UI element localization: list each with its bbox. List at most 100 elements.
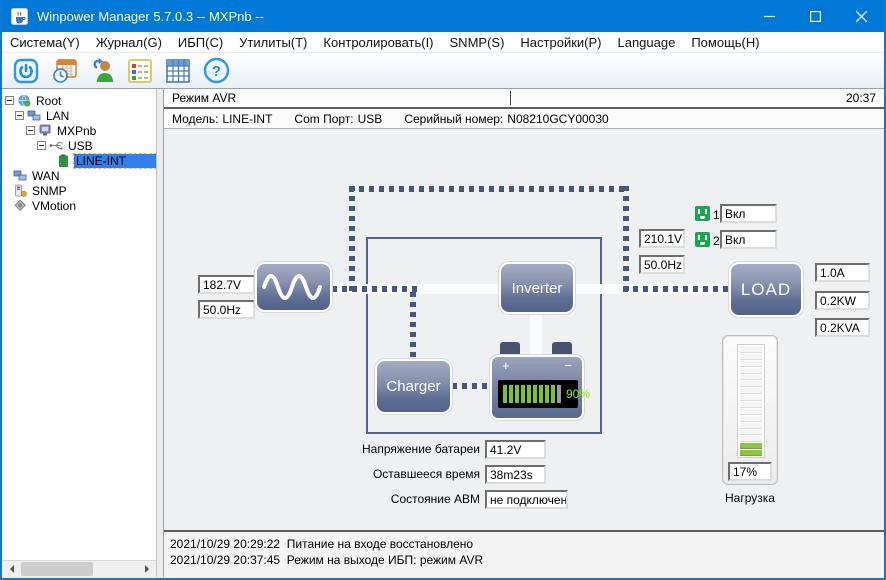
wan-network-icon	[13, 170, 27, 181]
menu-preferences[interactable]: Настройки(P)	[512, 34, 609, 51]
bypass-top-dotted-line	[349, 186, 629, 192]
collapse-icon[interactable]	[5, 96, 14, 105]
event-records-icon	[128, 58, 152, 83]
minimize-button[interactable]	[746, 0, 792, 32]
power-icon	[13, 58, 39, 83]
content: Root LAN MXPnb USB LINE-INT WAN SNMP VMo…	[2, 89, 884, 577]
scroll-right-button[interactable]	[139, 561, 156, 577]
tree-item-mxpnb[interactable]: MXPnb	[2, 123, 156, 138]
outlet-2-icon	[695, 232, 710, 247]
event-records-button[interactable]	[126, 57, 154, 85]
ups-battery-icon	[59, 154, 68, 167]
log-entry: 2021/10/29 20:37:45 Режим на выходе ИБП:…	[170, 553, 484, 567]
status-divider	[509, 91, 511, 105]
plus-sign: +	[502, 358, 510, 373]
charge-bar	[551, 385, 555, 403]
menu-system[interactable]: Система(Y)	[2, 34, 88, 51]
load-percent-field: 17%	[728, 462, 772, 481]
java-app-icon	[11, 7, 28, 25]
load-power-field: 0.2KW	[815, 291, 870, 310]
utility-input-box[interactable]	[255, 262, 332, 312]
abm-state-field: не подключен	[485, 490, 568, 509]
tree-item-usb[interactable]: USB	[2, 138, 156, 153]
load-label: LOAD	[740, 279, 792, 299]
com-port-label: Com Порт:	[294, 111, 354, 126]
user-manager-button[interactable]	[88, 57, 116, 85]
menu-utilities[interactable]: Утилиты(Т)	[231, 34, 315, 51]
menu-snmp[interactable]: SNMP(S)	[442, 34, 513, 51]
outlet-2-number: 2	[713, 234, 720, 248]
charger-battery-dotted-line	[452, 383, 490, 389]
tree-item-label: Root	[36, 93, 62, 108]
panel-splitter[interactable]	[156, 89, 164, 577]
menu-ups[interactable]: ИБП(С)	[170, 34, 231, 51]
window-title: Winpower Manager 5.7.0.3 -- MXPnb --	[37, 8, 264, 24]
bypass-right-dotted-line	[623, 186, 629, 292]
tree-item-wan[interactable]: WAN	[2, 168, 156, 183]
help-button[interactable]: ?	[202, 57, 230, 85]
computer-icon	[39, 124, 51, 136]
menu-monitor[interactable]: Контролировать(I)	[315, 34, 441, 51]
tree-item-root[interactable]: Root	[2, 93, 156, 108]
outlet-1-status-field: Вкл	[720, 204, 777, 223]
menu-help[interactable]: Помощь(H)	[683, 34, 767, 51]
charger-box[interactable]: Charger	[375, 359, 452, 414]
remaining-time-field: 38m23s	[485, 465, 546, 484]
outlet-2-status-field: Вкл	[720, 230, 777, 249]
vmotion-icon	[14, 199, 26, 211]
model-label: Модель:	[172, 111, 219, 126]
power-button[interactable]	[12, 57, 40, 85]
menubar: Система(Y) Журнал(G) ИБП(С) Утилиты(Т) К…	[2, 32, 884, 53]
output-frequency-field: 50.0Hz	[639, 255, 685, 274]
tree-item-label: LAN	[46, 108, 70, 123]
event-log: 2021/10/29 20:29:22 Питание на входе вос…	[164, 530, 884, 577]
tree-item-vmotion[interactable]: VMotion	[2, 198, 156, 213]
help-icon: ?	[203, 57, 229, 84]
battery-percent: 90%	[566, 387, 591, 401]
tree-item-label: MXPnb	[57, 123, 97, 138]
collapse-icon[interactable]	[26, 126, 35, 135]
maximize-button[interactable]	[792, 0, 838, 32]
charge-bar	[539, 385, 543, 403]
model-value: LINE-INT	[222, 111, 273, 126]
sine-wave-icon	[261, 274, 322, 300]
tree-horizontal-scrollbar[interactable]	[2, 560, 156, 577]
battery-unit[interactable]: + − 90%	[490, 342, 590, 420]
scroll-left-button[interactable]	[2, 561, 19, 577]
menu-language[interactable]: Language	[609, 34, 683, 51]
snmp-device-icon	[15, 184, 27, 197]
input-frequency-field: 50.0Hz	[198, 300, 255, 319]
tree-item-label: SNMP	[32, 183, 67, 198]
close-button[interactable]	[838, 0, 884, 32]
svg-text:?: ?	[211, 63, 220, 80]
charge-bar	[515, 385, 519, 403]
tree-item-lan[interactable]: LAN	[2, 108, 156, 123]
input-flow-dotted-line	[332, 286, 417, 292]
bypass-left-dotted-line	[349, 186, 355, 292]
collapse-icon[interactable]	[37, 141, 46, 150]
arrow-right-icon	[144, 565, 153, 573]
load-current-field: 1.0A	[815, 263, 870, 282]
device-tree-panel: Root LAN MXPnb USB LINE-INT WAN SNMP VMo…	[2, 89, 156, 577]
load-box[interactable]: LOAD	[729, 262, 803, 317]
load-gauge-bar	[737, 344, 765, 458]
data-table-button[interactable]	[164, 57, 192, 85]
inverter-box[interactable]: Inverter	[499, 262, 575, 314]
collapse-icon[interactable]	[15, 111, 24, 120]
outlet-1-icon	[695, 206, 710, 221]
scrollbar-thumb[interactable]	[21, 562, 93, 576]
charge-bar	[527, 385, 531, 403]
log-entry: 2021/10/29 20:29:22 Питание на входе вос…	[170, 537, 474, 551]
charge-bar-empty	[557, 385, 561, 403]
tree-item-snmp[interactable]: SNMP	[2, 183, 156, 198]
battery-body: + − 90%	[490, 355, 590, 420]
scrollbar-track[interactable]	[19, 561, 139, 577]
tree-item-line-int[interactable]: LINE-INT	[2, 152, 156, 169]
close-icon	[855, 10, 867, 22]
menu-log[interactable]: Журнал(G)	[88, 34, 170, 51]
schedule-button[interactable]	[50, 57, 78, 85]
serial-label: Серийный номер:	[404, 111, 504, 126]
status-bar: Режим AVR 20:37	[164, 89, 884, 109]
maximize-icon	[809, 10, 821, 22]
load-gauge-label: Нагрузка	[725, 491, 775, 505]
